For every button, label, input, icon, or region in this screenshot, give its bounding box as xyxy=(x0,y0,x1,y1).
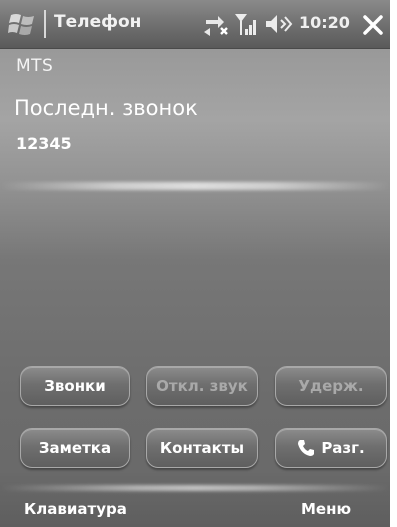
phone-number: 12345 xyxy=(16,134,72,153)
signal-icon[interactable] xyxy=(234,12,260,36)
talk-button-label: Разг. xyxy=(321,439,365,457)
keyboard-softkey[interactable]: Клавиатура xyxy=(24,500,127,518)
note-button-label: Заметка xyxy=(38,439,112,457)
hold-button[interactable]: Удерж. xyxy=(275,366,387,406)
title-separator xyxy=(44,10,46,38)
close-icon[interactable] xyxy=(360,10,386,38)
volume-icon[interactable] xyxy=(264,12,294,36)
operator-name: MTS xyxy=(16,56,54,76)
contacts-button[interactable]: Контакты xyxy=(146,428,258,468)
divider-glow xyxy=(0,182,390,190)
contacts-button-label: Контакты xyxy=(159,439,245,457)
phone-screen: Телефон 10:20 MTS Последн. звонок 12345 … xyxy=(0,0,390,527)
windows-start-icon[interactable] xyxy=(8,11,38,37)
phone-icon xyxy=(298,440,315,456)
sync-icon[interactable] xyxy=(202,12,230,36)
calls-button-label: Звонки xyxy=(44,377,106,395)
softkey-bar-glow xyxy=(0,485,390,491)
mute-button-label: Откл. звук xyxy=(156,377,248,395)
title-bar: Телефон 10:20 xyxy=(0,0,390,49)
call-status: Последн. звонок xyxy=(14,96,198,120)
app-title: Телефон xyxy=(54,12,142,32)
screen-border xyxy=(390,0,397,527)
clock[interactable]: 10:20 xyxy=(299,13,350,32)
hold-button-label: Удерж. xyxy=(298,377,364,395)
talk-button[interactable]: Разг. xyxy=(275,428,387,468)
calls-button[interactable]: Звонки xyxy=(20,366,130,406)
note-button[interactable]: Заметка xyxy=(20,428,130,468)
menu-softkey[interactable]: Меню xyxy=(301,500,351,518)
mute-button[interactable]: Откл. звук xyxy=(146,366,258,406)
